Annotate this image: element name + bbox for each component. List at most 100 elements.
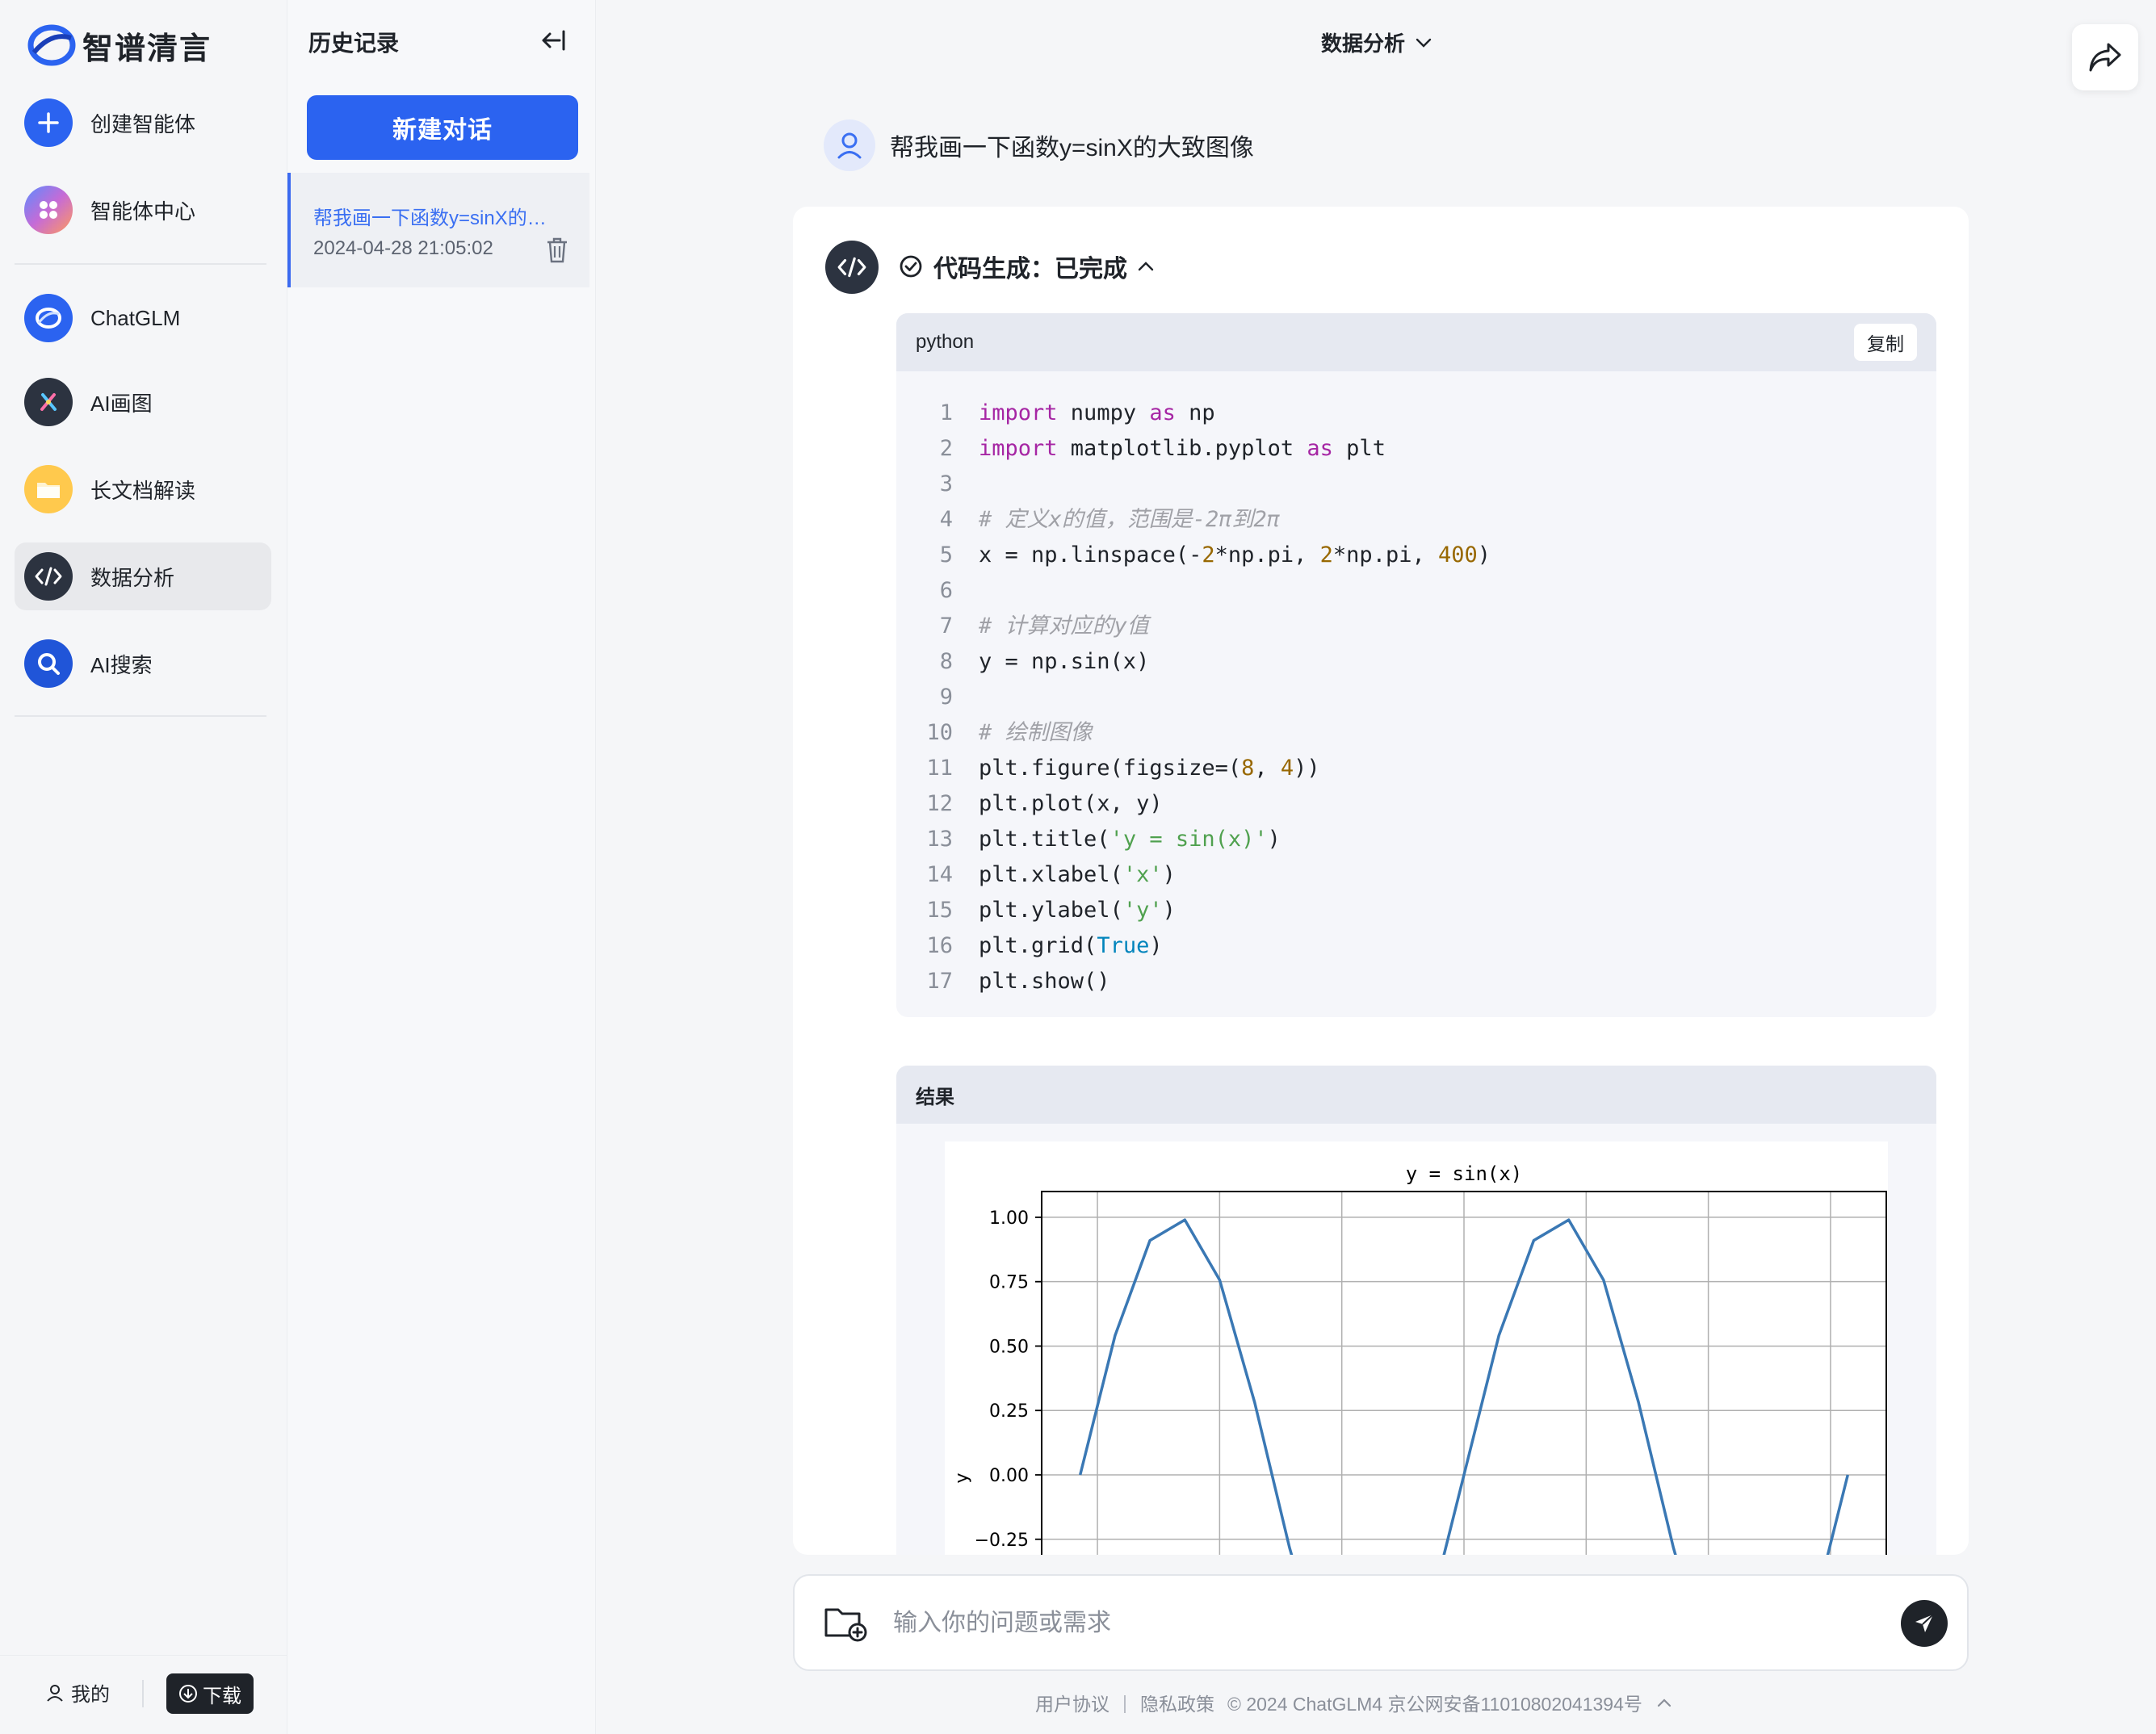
line-content: # 定义x的值，范围是-2π到2π xyxy=(979,507,1281,532)
line-number: 4 xyxy=(939,507,953,532)
line-number: 15 xyxy=(926,898,953,923)
line-content: y = np.sin(x) xyxy=(979,649,1150,674)
history-item-time: 2024-04-28 21:05:02 xyxy=(313,237,493,259)
code-line: 9 xyxy=(896,680,1936,715)
user-avatar xyxy=(824,119,875,171)
line-content: import numpy as np xyxy=(979,400,1215,425)
code-line: 16 plt.grid(True) xyxy=(896,928,1936,964)
nav-label: 创建智能体 xyxy=(90,111,196,136)
line-number: 9 xyxy=(939,685,953,710)
chevron-up-icon[interactable] xyxy=(1655,1697,1673,1708)
zhipu-logo-icon xyxy=(27,24,76,66)
line-content: x = np.linspace(-2*np.pi, 2*np.pi, 400) xyxy=(979,542,1491,568)
history-panel: 历史记录 新建对话 帮我画一下函数y=sinX的大致图像 2024-04-28 … xyxy=(287,0,596,1734)
line-number: 8 xyxy=(939,649,953,674)
code-status: 代码生成：已完成 xyxy=(933,256,1127,283)
result-header: 结果 xyxy=(896,1066,1936,1124)
code-line: 5 x = np.linspace(-2*np.pi, 2*np.pi, 400) xyxy=(896,538,1936,573)
y-tick-label: 0.00 xyxy=(989,1466,1029,1486)
history-item-title: 帮我画一下函数y=sinX的大致图像 xyxy=(313,207,556,229)
code-status-toggle[interactable]: 代码生成：已完成 xyxy=(898,249,1155,284)
line-number: 10 xyxy=(926,720,953,745)
y-tick-label: 0.25 xyxy=(989,1401,1029,1422)
nav-item-ai-search[interactable]: AI搜索 xyxy=(15,630,271,697)
sin-chart: 1.000.750.500.250.00−0.25−0.50−0.75y = s… xyxy=(952,1162,1887,1555)
chart-title: y = sin(x) xyxy=(1406,1162,1523,1185)
new-chat-button[interactable]: 新建对话 xyxy=(307,95,578,160)
line-content: plt.grid(True) xyxy=(979,933,1163,958)
nav-divider xyxy=(15,263,266,265)
line-number: 14 xyxy=(926,862,953,887)
nav-label: 数据分析 xyxy=(90,565,175,590)
line-number: 1 xyxy=(939,400,953,425)
footer-separator: | xyxy=(1122,1691,1127,1713)
y-axis-label: y xyxy=(952,1472,972,1483)
main-area: 数据分析 帮我画一下函数y=sinX的大致图像 代码生成：已完成 python … xyxy=(596,0,2156,1734)
search-icon xyxy=(24,639,73,688)
download-button[interactable]: 下载 xyxy=(166,1673,254,1714)
line-content: plt.figure(figsize=(8, 4)) xyxy=(979,756,1320,781)
nav-label: 长文档解读 xyxy=(90,478,196,503)
line-number: 7 xyxy=(939,614,953,639)
result-block: 结果 1.000.750.500.250.00−0.25−0.50−0.75y … xyxy=(896,1066,1936,1555)
nav-item-agent-center[interactable]: 智能体中心 xyxy=(15,176,271,244)
line-number: 11 xyxy=(926,756,953,781)
code-line: 15 plt.ylabel('y') xyxy=(896,893,1936,928)
line-number: 17 xyxy=(926,969,953,994)
footer: 用户协议 | 隐私政策 © 2024 ChatGLM4 京公网安备1101080… xyxy=(1035,1689,1673,1716)
nav-label: AI画图 xyxy=(90,391,153,416)
ai-drawing-icon xyxy=(24,378,73,426)
check-circle-icon xyxy=(900,255,922,278)
line-number: 12 xyxy=(926,791,953,816)
code-line: 4 # 定义x的值，范围是-2π到2π xyxy=(896,502,1936,538)
code-line: 3 xyxy=(896,467,1936,502)
chat-input[interactable] xyxy=(891,1600,1812,1647)
history-item[interactable]: 帮我画一下函数y=sinX的大致图像 2024-04-28 21:05:02 xyxy=(287,173,589,287)
download-label: 下载 xyxy=(203,1685,241,1707)
nav-item-long-doc[interactable]: 长文档解读 xyxy=(15,455,271,523)
user-agreement-link[interactable]: 用户协议 xyxy=(1035,1689,1109,1716)
user-icon xyxy=(47,1684,63,1702)
line-content: plt.plot(x, y) xyxy=(979,791,1163,816)
collapse-panel-button[interactable] xyxy=(535,23,570,58)
privacy-policy-link[interactable]: 隐私政策 xyxy=(1140,1689,1214,1716)
line-content: import matplotlib.pyplot as plt xyxy=(979,436,1386,461)
code-line: 10 # 绘制图像 xyxy=(896,715,1936,751)
result-plot: 1.000.750.500.250.00−0.25−0.50−0.75y = s… xyxy=(945,1141,1888,1555)
send-button[interactable] xyxy=(1901,1600,1948,1647)
left-nav: 智谱清言 创建智能体 智能体中心 ChatGLM AI画图 长文档解读 数据分析… xyxy=(0,0,287,1734)
code-icon xyxy=(24,552,73,601)
nav-item-chatglm[interactable]: ChatGLM xyxy=(15,284,271,352)
nav-item-ai-drawing[interactable]: AI画图 xyxy=(15,368,271,436)
user-icon xyxy=(837,132,862,159)
nav-item-data-analysis[interactable]: 数据分析 xyxy=(15,542,271,610)
send-icon xyxy=(1915,1614,1934,1632)
code-line: 13 plt.title('y = sin(x)') xyxy=(896,822,1936,857)
nav-item-create-agent[interactable]: 创建智能体 xyxy=(15,89,271,157)
brand-name: 智谱清言 xyxy=(82,31,212,66)
code-header: python 复制 xyxy=(896,313,1936,371)
line-content: # 绘制图像 xyxy=(979,720,1093,745)
code-line: 8 y = np.sin(x) xyxy=(896,644,1936,680)
copy-code-button[interactable]: 复制 xyxy=(1854,324,1917,361)
user-message-row: 帮我画一下函数y=sinX的大致图像 xyxy=(824,119,1254,171)
code-line: 6 xyxy=(896,573,1936,609)
delete-history-button[interactable] xyxy=(543,234,572,266)
trash-icon xyxy=(547,237,567,263)
mode-selector[interactable]: 数据分析 xyxy=(1321,27,1432,57)
line-number: 16 xyxy=(926,933,953,958)
bot-avatar xyxy=(825,241,879,294)
code-block: python 复制 1 import numpy as np 2 import mat… xyxy=(896,313,1936,1017)
folder-add-icon[interactable] xyxy=(824,1605,867,1642)
share-button[interactable] xyxy=(2072,24,2138,90)
me-button[interactable]: 我的 xyxy=(45,1678,110,1707)
me-label: 我的 xyxy=(71,1684,110,1706)
chat-input-box xyxy=(793,1574,1969,1671)
brand-logo[interactable]: 智谱清言 xyxy=(27,21,212,69)
y-tick-label: 1.00 xyxy=(989,1208,1029,1229)
line-content: # 计算对应的y值 xyxy=(979,614,1149,639)
nav-label: AI搜索 xyxy=(90,652,153,677)
code-line: 7 # 计算对应的y值 xyxy=(896,609,1936,644)
nav-divider xyxy=(15,715,266,717)
code-icon xyxy=(837,257,866,278)
